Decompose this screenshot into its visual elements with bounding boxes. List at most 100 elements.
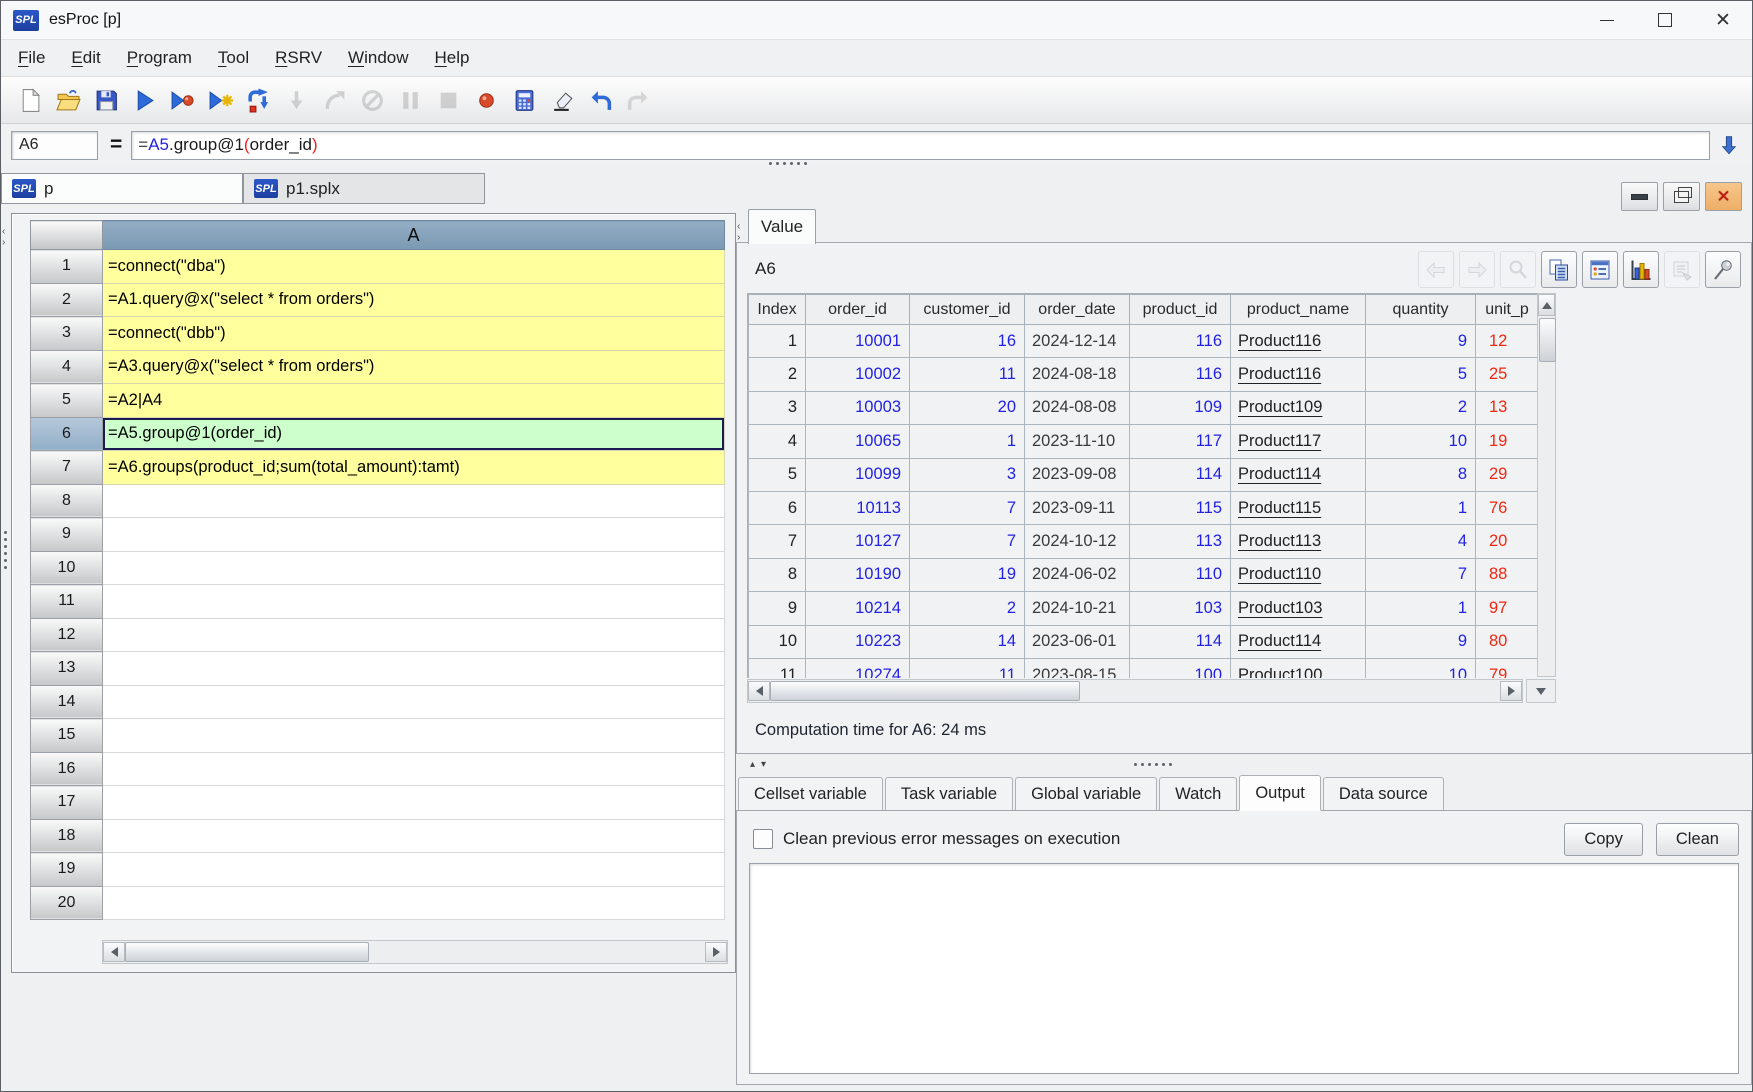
table-cell[interactable]: 7: [749, 525, 806, 558]
grid-cell-A20[interactable]: [103, 886, 725, 920]
value-collapse-arrows[interactable]: ‹›: [737, 221, 740, 243]
scroll-up-button[interactable]: [1538, 294, 1555, 316]
table-cell[interactable]: 1: [1366, 491, 1476, 524]
grid-row-header-8[interactable]: 8: [31, 484, 103, 518]
grid-cell-A1[interactable]: =connect("dba"): [103, 250, 725, 284]
tab-cellset-variable[interactable]: Cellset variable: [738, 777, 883, 811]
grid-cell-A10[interactable]: [103, 551, 725, 585]
grid-row-header-17[interactable]: 17: [31, 786, 103, 820]
table-cell[interactable]: 10214: [806, 592, 910, 625]
grid-cell-A13[interactable]: [103, 652, 725, 686]
scroll-left-button[interactable]: [103, 942, 125, 962]
table-cell[interactable]: 10: [749, 625, 806, 658]
table-cell[interactable]: 10099: [806, 458, 910, 491]
table-cell[interactable]: 6: [749, 491, 806, 524]
table-cell[interactable]: 2023-09-11: [1025, 491, 1130, 524]
table-cell[interactable]: 8: [749, 558, 806, 591]
table-cell[interactable]: 2023-11-10: [1025, 425, 1130, 458]
splitter-arrows[interactable]: ▴▾: [750, 759, 772, 770]
table-cell[interactable]: 2024-12-14: [1025, 325, 1130, 358]
grid-cell-A4[interactable]: =A3.query@x("select * from orders"): [103, 350, 725, 384]
table-cell[interactable]: 19: [910, 558, 1025, 591]
splitter-handle-dots[interactable]: [769, 162, 807, 165]
grid-row-header-1[interactable]: 1: [31, 250, 103, 284]
grid-row-header-11[interactable]: 11: [31, 585, 103, 619]
table-cell[interactable]: 76: [1476, 491, 1539, 524]
table-cell[interactable]: Product114: [1231, 458, 1366, 491]
table-cell[interactable]: 2: [1366, 391, 1476, 424]
table-cell[interactable]: Product103: [1231, 592, 1366, 625]
table-cell[interactable]: 79: [1476, 658, 1539, 678]
grid-cell-A16[interactable]: [103, 752, 725, 786]
grid-cell-A12[interactable]: [103, 618, 725, 652]
grid-row-header-7[interactable]: 7: [31, 451, 103, 485]
grid-row-header-16[interactable]: 16: [31, 752, 103, 786]
open-file-icon[interactable]: [49, 83, 87, 117]
table-cell[interactable]: 19: [1476, 425, 1539, 458]
bottom-splitter[interactable]: ▴▾: [736, 757, 1752, 775]
table-cell[interactable]: 115: [1130, 491, 1231, 524]
table-cell[interactable]: Product113: [1231, 525, 1366, 558]
table-cell[interactable]: Product109: [1231, 391, 1366, 424]
table-cell[interactable]: 7: [910, 525, 1025, 558]
menu-program[interactable]: Program: [114, 48, 205, 68]
copy-button[interactable]: Copy: [1564, 823, 1643, 856]
table-cell[interactable]: 10: [1366, 425, 1476, 458]
table-cell[interactable]: 1: [910, 425, 1025, 458]
table-cell[interactable]: 103: [1130, 592, 1231, 625]
table-cell[interactable]: 2: [910, 592, 1025, 625]
table-cell[interactable]: 1: [1366, 592, 1476, 625]
left-collapse-arrows[interactable]: ‹›: [2, 226, 5, 248]
chart-icon[interactable]: [1623, 251, 1659, 288]
tab-value[interactable]: Value: [748, 209, 816, 244]
grid-cell-A11[interactable]: [103, 585, 725, 619]
table-cell[interactable]: 10002: [806, 358, 910, 391]
table-cell[interactable]: 113: [1130, 525, 1231, 558]
table-cell[interactable]: 109: [1130, 391, 1231, 424]
table-cell[interactable]: 10113: [806, 491, 910, 524]
table-cell[interactable]: 2024-10-12: [1025, 525, 1130, 558]
table-cell[interactable]: 114: [1130, 625, 1231, 658]
undo-icon[interactable]: [581, 83, 619, 117]
grid-row-header-10[interactable]: 10: [31, 551, 103, 585]
table-cell[interactable]: 2023-09-08: [1025, 458, 1130, 491]
new-file-icon[interactable]: [11, 83, 49, 117]
output-console[interactable]: [749, 863, 1739, 1074]
table-cell[interactable]: 2023-08-15: [1025, 658, 1130, 678]
step-execute-icon[interactable]: [201, 83, 239, 117]
menu-help[interactable]: Help: [422, 48, 483, 68]
grid-cell-A7[interactable]: =A6.groups(product_id;sum(total_amount):…: [103, 451, 725, 485]
table-cell[interactable]: Product116: [1231, 358, 1366, 391]
table-cell[interactable]: Product117: [1231, 425, 1366, 458]
table-cell[interactable]: 11: [749, 658, 806, 678]
table-cell[interactable]: 5: [1366, 358, 1476, 391]
grid-row-header-12[interactable]: 12: [31, 618, 103, 652]
save-icon[interactable]: [87, 83, 125, 117]
calculate-area-icon[interactable]: [505, 83, 543, 117]
table-cell[interactable]: 9: [1366, 625, 1476, 658]
grid-row-header-15[interactable]: 15: [31, 719, 103, 753]
table-cell[interactable]: 8: [1366, 458, 1476, 491]
table-cell[interactable]: 4: [1366, 525, 1476, 558]
table-cell[interactable]: 80: [1476, 625, 1539, 658]
table-cell[interactable]: 2024-06-02: [1025, 558, 1130, 591]
table-cell[interactable]: 3: [749, 391, 806, 424]
scroll-down-button[interactable]: [1526, 679, 1556, 703]
grid-row-header-3[interactable]: 3: [31, 317, 103, 351]
table-cell[interactable]: 20: [1476, 525, 1539, 558]
grid-cell-A14[interactable]: [103, 685, 725, 719]
table-cell[interactable]: 12: [1476, 325, 1539, 358]
sheet-tab-p1.splx[interactable]: SPLp1.splx: [243, 173, 485, 204]
value-vertical-scrollbar[interactable]: [1537, 293, 1556, 677]
grid-cell-A9[interactable]: [103, 518, 725, 552]
grid-row-header-14[interactable]: 14: [31, 685, 103, 719]
table-cell[interactable]: 2024-08-08: [1025, 391, 1130, 424]
table-cell[interactable]: 10190: [806, 558, 910, 591]
grid-cell-A19[interactable]: [103, 853, 725, 887]
sheet-tab-p[interactable]: SPLp: [1, 173, 243, 204]
table-cell[interactable]: 10001: [806, 325, 910, 358]
table-cell[interactable]: 29: [1476, 458, 1539, 491]
grid-row-header-6[interactable]: 6: [31, 417, 103, 451]
window-close-button[interactable]: ✕: [1694, 1, 1752, 39]
table-cell[interactable]: 10003: [806, 391, 910, 424]
